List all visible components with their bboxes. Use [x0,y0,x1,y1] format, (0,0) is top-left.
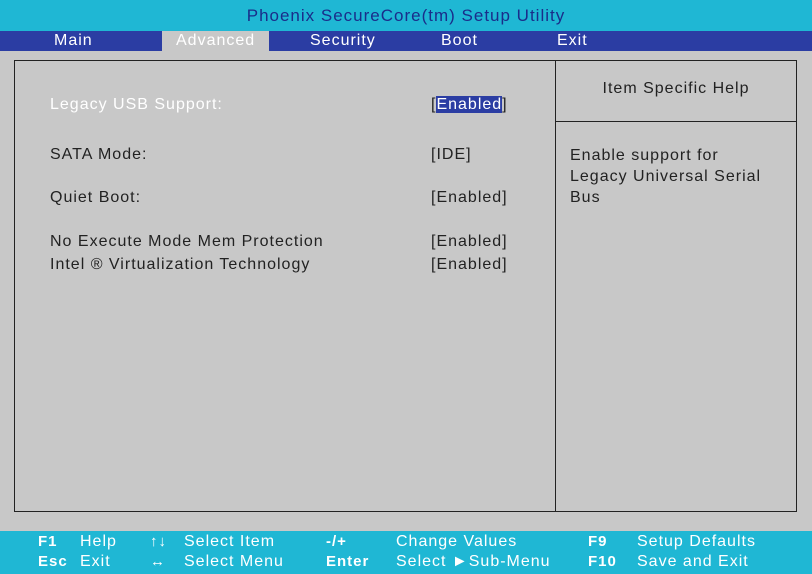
key-f10: F10 [588,553,617,570]
window-title: Phoenix SecureCore(tm) Setup Utility [0,0,812,31]
sub-menu-desc: Select ►Sub-Menu [396,553,551,570]
save-exit-desc: Save and Exit [637,553,749,570]
key-f9: F9 [588,533,608,550]
setting-value-virtualization[interactable]: [Enabled] [431,256,508,274]
setting-value-quiet-boot[interactable]: [Enabled] [431,189,508,207]
menu-boot[interactable]: Boot [427,31,492,51]
select-menu-desc: Select Menu [184,553,284,570]
help-title: Item Specific Help [602,80,750,97]
setting-value-legacy-usb[interactable]: [Enabled] [431,96,508,114]
panel-divider [555,61,556,511]
help-text: Enable support for Legacy Universal Seri… [570,145,790,208]
menu-security[interactable]: Security [296,31,390,51]
key-esc-desc: Exit [80,553,111,570]
key-f1-desc: Help [80,533,117,550]
menu-bar: Main Advanced Security Boot Exit [0,31,812,51]
setting-label-legacy-usb[interactable]: Legacy USB Support: [50,96,223,114]
key-enter: Enter [326,553,370,570]
menu-advanced[interactable]: Advanced [162,31,270,51]
arrows-leftright-icon: ↔ [150,553,166,570]
change-values-desc: Change Values [396,533,518,550]
help-line: Bus [570,189,601,206]
setup-defaults-desc: Setup Defaults [637,533,756,550]
arrows-updown-icon: ↑↓ [150,533,167,550]
setting-label-sata-mode[interactable]: SATA Mode: [50,146,147,164]
menu-exit[interactable]: Exit [543,31,602,51]
setting-value-sata-mode[interactable]: [IDE] [431,146,472,164]
key-f1: F1 [38,533,58,550]
menu-main[interactable]: Main [40,31,107,51]
key-plus-minus: -/+ [326,533,347,550]
select-item-desc: Select Item [184,533,276,550]
selected-value-highlight[interactable]: Enabled [436,96,503,113]
help-line: Enable support for [570,147,719,164]
setting-label-nx-protection[interactable]: No Execute Mode Mem Protection [50,233,324,251]
help-divider [556,121,796,122]
settings-panel: Item Specific Help Legacy USB Support: [… [14,60,797,512]
status-bar: F1 Help ↑↓ Select Item -/+ Change Values… [0,531,812,574]
setting-value-nx-protection[interactable]: [Enabled] [431,233,508,251]
key-esc: Esc [38,553,68,570]
setting-label-virtualization[interactable]: Intel ® Virtualization Technology [50,256,310,274]
help-line: Legacy Universal Serial [570,168,762,185]
setting-label-quiet-boot[interactable]: Quiet Boot: [50,189,141,207]
